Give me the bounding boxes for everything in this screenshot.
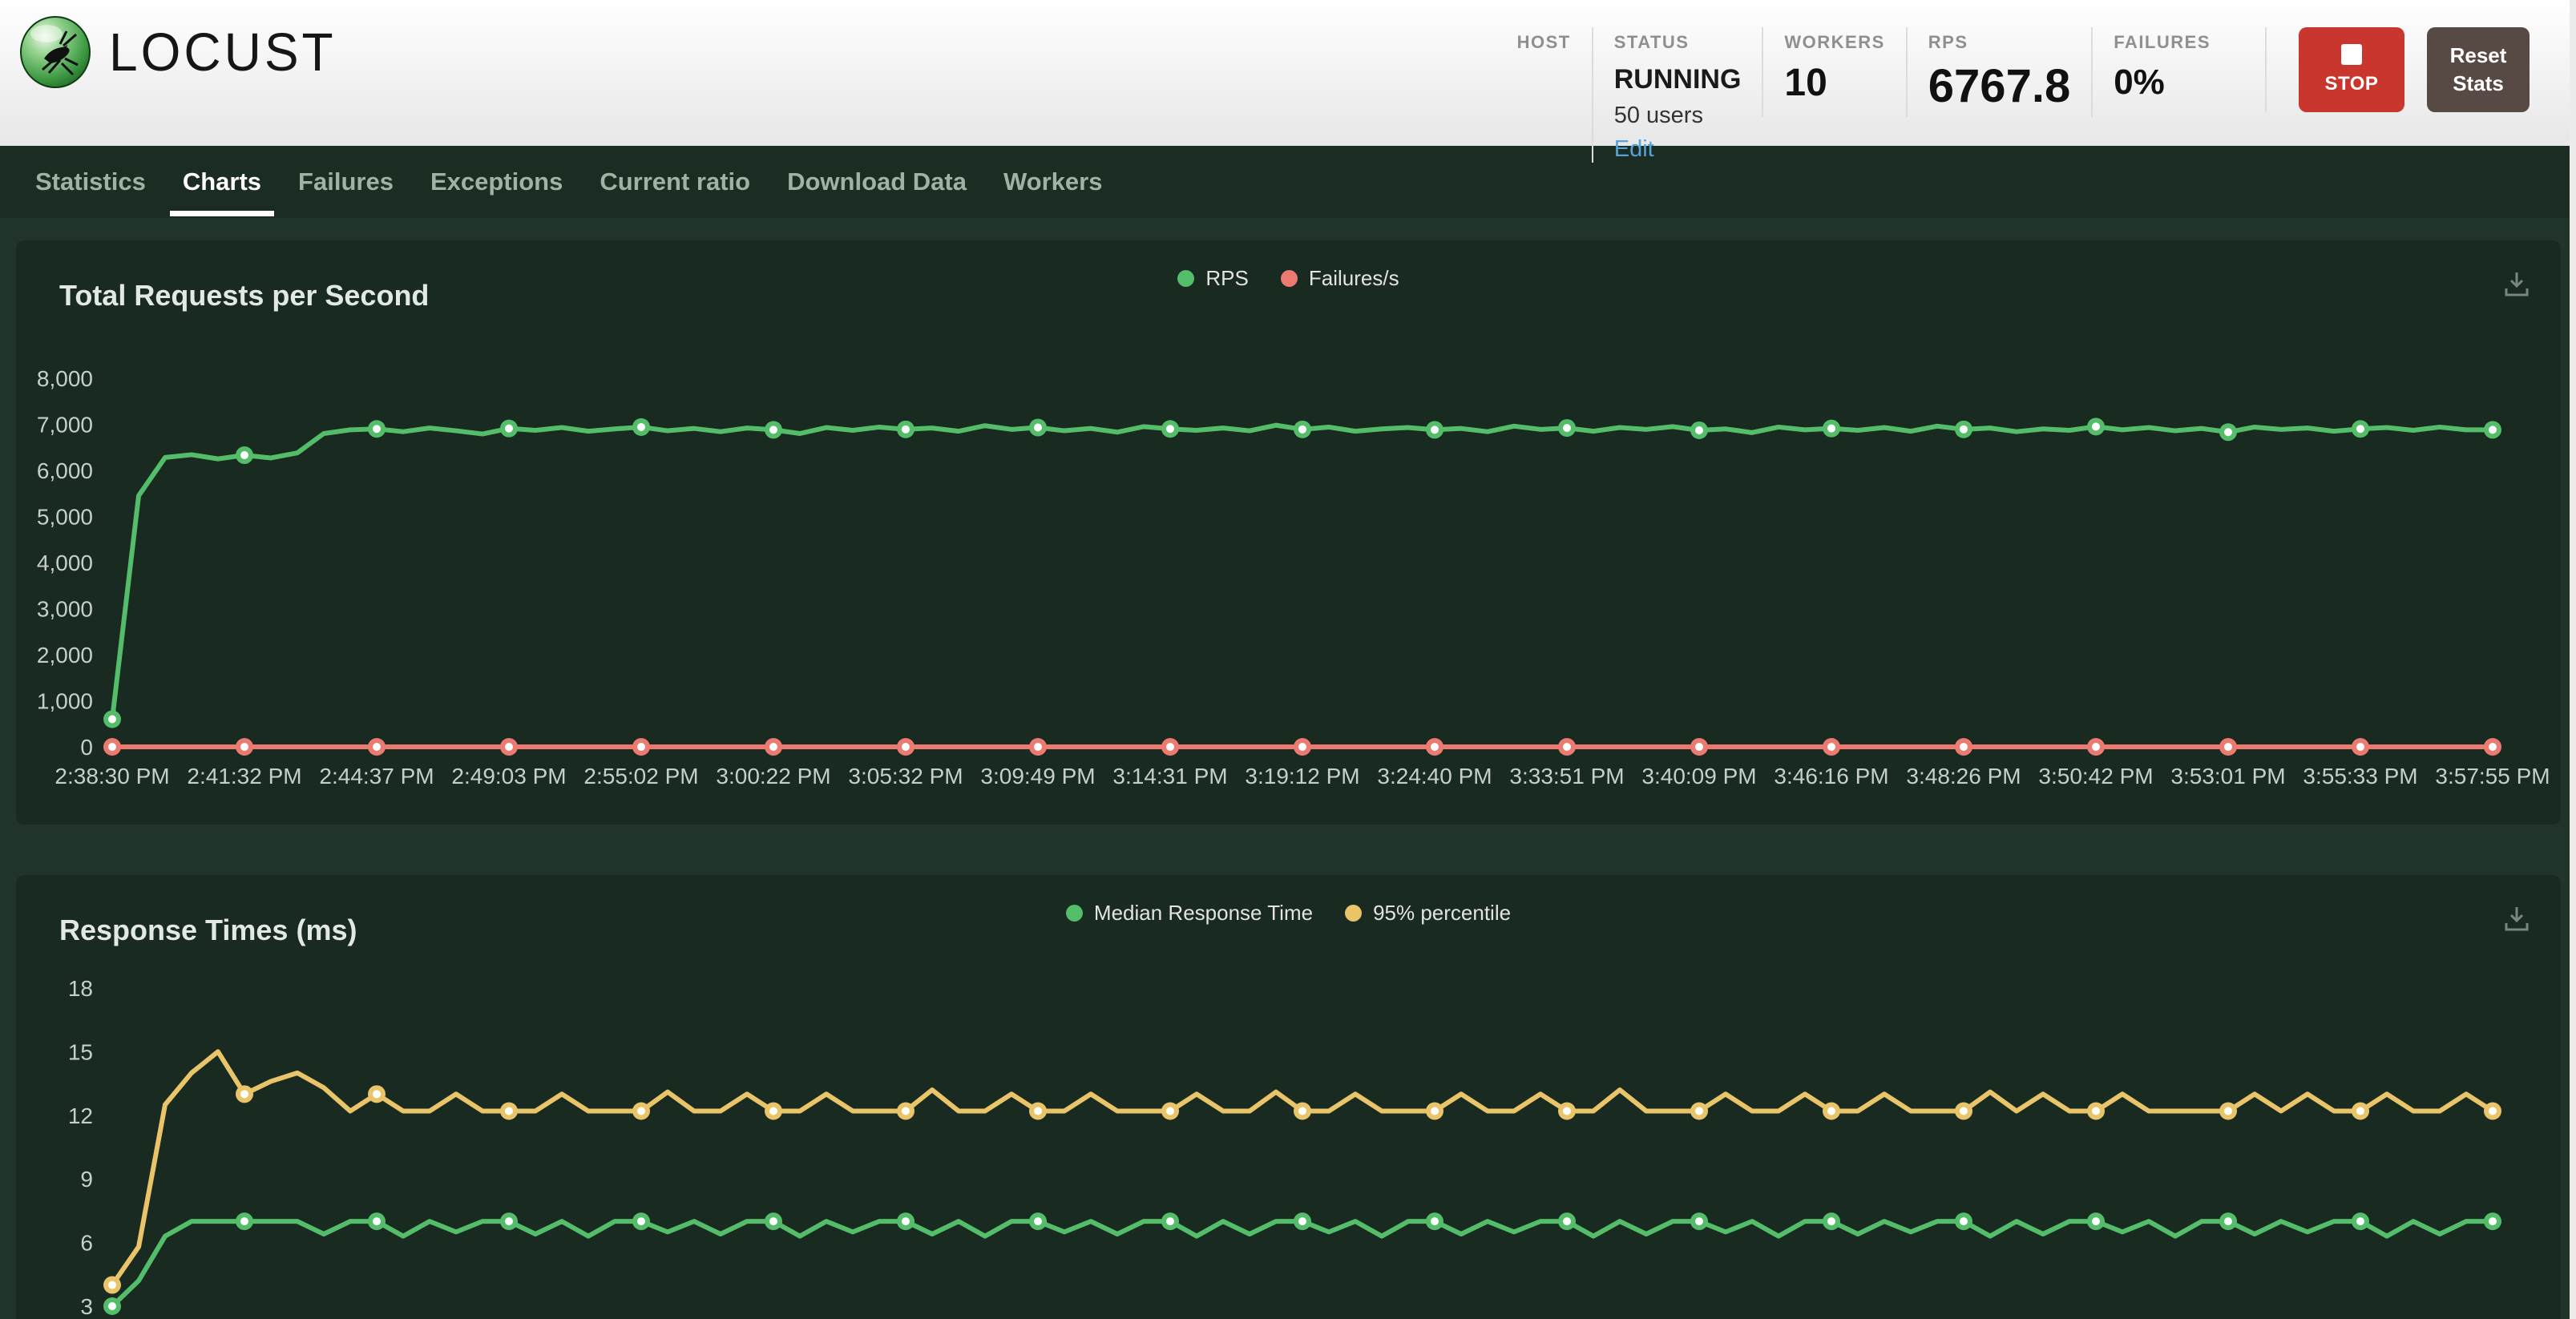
stop-button-label: STOP — [2325, 73, 2379, 95]
status-value: RUNNING — [1614, 64, 1742, 95]
median-legend-label: Median Response Time — [1094, 901, 1313, 926]
header-stats: HOST STATUS RUNNING 50 users Edit WORKER… — [1496, 27, 2530, 163]
svg-text:3:19:12 PM: 3:19:12 PM — [1245, 764, 1359, 789]
svg-text:1,000: 1,000 — [37, 689, 93, 714]
svg-text:0: 0 — [80, 735, 93, 760]
svg-text:3:24:40 PM: 3:24:40 PM — [1377, 764, 1492, 789]
tab-failures[interactable]: Failures — [298, 167, 394, 196]
stat-rps: RPS 6767.8 — [1906, 27, 2091, 117]
svg-text:3:50:42 PM: 3:50:42 PM — [2038, 764, 2153, 789]
svg-text:18: 18 — [68, 976, 93, 1001]
legend-item-median[interactable]: Median Response Time — [1066, 901, 1313, 926]
failures-label: FAILURES — [2114, 32, 2211, 53]
svg-text:7,000: 7,000 — [37, 413, 93, 438]
svg-text:3:40:09 PM: 3:40:09 PM — [1641, 764, 1756, 789]
logo-link[interactable]: LOCUST — [19, 16, 337, 88]
svg-text:2:38:30 PM: 2:38:30 PM — [55, 764, 169, 789]
user-count: 50 users — [1614, 103, 1742, 129]
svg-text:2,000: 2,000 — [37, 643, 93, 668]
stat-workers: WORKERS 10 — [1762, 27, 1905, 117]
rps-label: RPS — [1928, 32, 2070, 53]
reset-stats-button[interactable]: Reset Stats — [2427, 27, 2530, 112]
legend-item-rps[interactable]: RPS — [1177, 266, 1248, 291]
svg-text:6,000: 6,000 — [37, 458, 93, 483]
download-chart-icon[interactable] — [2501, 271, 2532, 298]
status-label: STATUS — [1614, 32, 1742, 53]
rps-chart-canvas[interactable]: 0 1,000 2,000 3,000 4,000 5,000 6,000 7,000 8,00… — [16, 240, 2561, 825]
svg-text:6: 6 — [80, 1231, 93, 1256]
svg-text:3:05:32 PM: 3:05:32 PM — [848, 764, 963, 789]
svg-text:3:55:33 PM: 3:55:33 PM — [2303, 764, 2417, 789]
svg-text:8,000: 8,000 — [37, 366, 93, 391]
tab-statistics[interactable]: Statistics — [35, 167, 146, 196]
locust-logo-icon — [19, 16, 91, 88]
rps-chart-panel: 0 1,000 2,000 3,000 4,000 5,000 6,000 7,000 8,00… — [16, 240, 2561, 825]
response-times-chart-canvas[interactable]: 3 6 9 12 15 18 — [16, 875, 2561, 1319]
svg-text:2:55:02 PM: 2:55:02 PM — [583, 764, 698, 789]
tab-current-ratio[interactable]: Current ratio — [600, 167, 750, 196]
workers-label: WORKERS — [1784, 32, 1884, 53]
p95-legend-label: 95% percentile — [1373, 901, 1511, 926]
workers-value: 10 — [1784, 61, 1884, 105]
tab-charts[interactable]: Charts — [183, 167, 261, 196]
svg-text:9: 9 — [80, 1167, 93, 1192]
svg-text:3:48:26 PM: 3:48:26 PM — [1906, 764, 2021, 789]
svg-text:2:49:03 PM: 2:49:03 PM — [451, 764, 566, 789]
download-chart-icon[interactable] — [2501, 906, 2532, 933]
svg-text:3:53:01 PM: 3:53:01 PM — [2170, 764, 2285, 789]
failures-legend-label: Failures/s — [1309, 266, 1399, 291]
p95-legend-dot-icon — [1345, 905, 1362, 922]
svg-text:3: 3 — [80, 1294, 93, 1319]
svg-text:3:00:22 PM: 3:00:22 PM — [716, 764, 830, 789]
failures-legend-dot-icon — [1281, 270, 1298, 287]
svg-text:2:44:37 PM: 2:44:37 PM — [319, 764, 434, 789]
header-buttons: STOP Reset Stats — [2265, 27, 2530, 112]
tab-exceptions[interactable]: Exceptions — [430, 167, 563, 196]
rps-chart-legend: RPS Failures/s — [16, 266, 2561, 291]
stop-button[interactable]: STOP — [2299, 27, 2404, 112]
stat-failures: FAILURES 0% — [2091, 27, 2231, 117]
rps-value: 6767.8 — [1928, 59, 2070, 113]
logo-text: LOCUST — [109, 22, 337, 83]
rps-legend-dot-icon — [1177, 270, 1194, 287]
legend-item-failures[interactable]: Failures/s — [1281, 266, 1399, 291]
svg-text:3,000: 3,000 — [37, 597, 93, 622]
tab-download-data[interactable]: Download Data — [787, 167, 967, 196]
page-scrollbar[interactable] — [2570, 0, 2576, 1319]
svg-text:3:33:51 PM: 3:33:51 PM — [1509, 764, 1624, 789]
app-header: LOCUST HOST STATUS RUNNING 50 users Edit… — [0, 0, 2576, 146]
svg-text:15: 15 — [68, 1039, 93, 1064]
svg-text:12: 12 — [68, 1103, 93, 1128]
edit-users-link[interactable]: Edit — [1614, 136, 1654, 163]
legend-item-p95[interactable]: 95% percentile — [1345, 901, 1511, 926]
svg-text:3:57:55 PM: 3:57:55 PM — [2435, 764, 2550, 789]
stat-status: STATUS RUNNING 50 users Edit — [1592, 27, 1762, 163]
svg-text:3:09:49 PM: 3:09:49 PM — [980, 764, 1095, 789]
rps-legend-label: RPS — [1205, 266, 1248, 291]
svg-text:3:14:31 PM: 3:14:31 PM — [1112, 764, 1227, 789]
svg-text:5,000: 5,000 — [37, 505, 93, 530]
svg-text:2:41:32 PM: 2:41:32 PM — [187, 764, 301, 789]
stop-square-icon — [2341, 44, 2362, 65]
stat-host: HOST — [1496, 27, 1592, 117]
response-times-chart-legend: Median Response Time 95% percentile — [16, 901, 2561, 926]
median-legend-dot-icon — [1066, 905, 1083, 922]
svg-text:3:46:16 PM: 3:46:16 PM — [1774, 764, 1888, 789]
host-label: HOST — [1517, 32, 1571, 53]
tab-workers[interactable]: Workers — [1003, 167, 1103, 196]
failures-value: 0% — [2114, 63, 2211, 103]
svg-text:4,000: 4,000 — [37, 551, 93, 575]
response-times-chart-panel: 369121518 Response Times (ms) Median Res… — [16, 875, 2561, 1319]
